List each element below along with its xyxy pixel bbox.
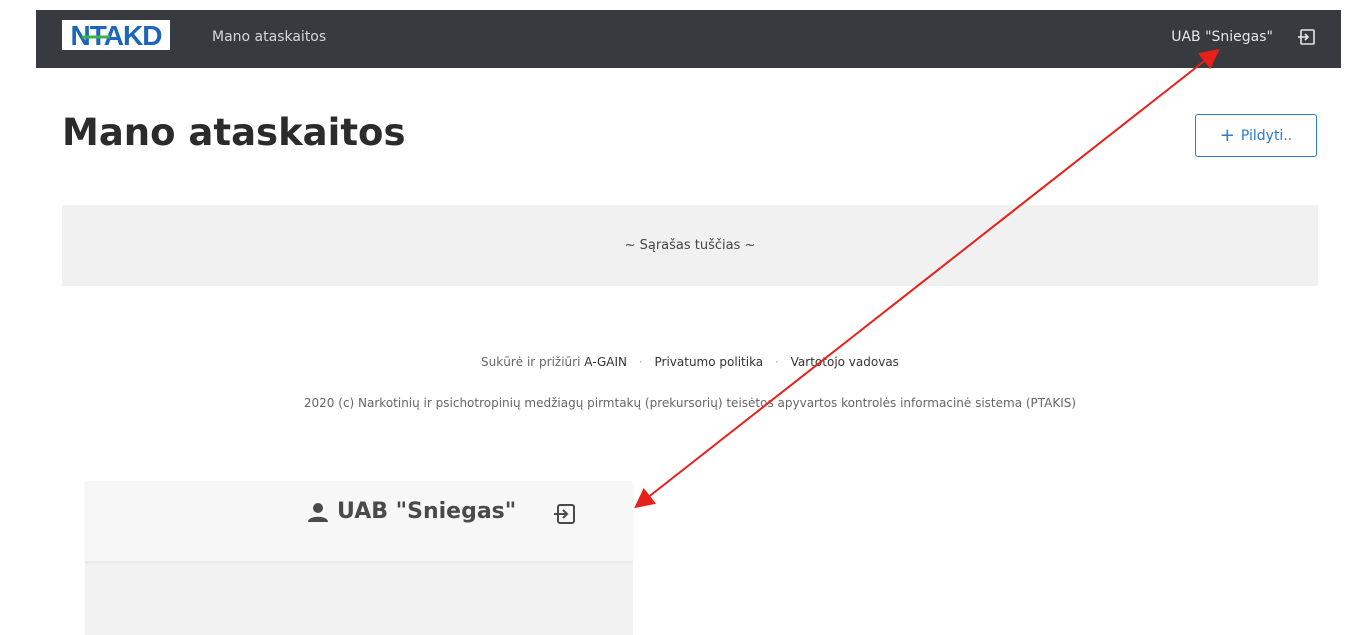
plus-icon: + [1219,124,1235,146]
footer-copyright: 2020 (c) Narkotinių ir psichotropinių me… [303,396,1077,410]
fill-report-button[interactable]: + Pildyti.. [1195,114,1317,157]
footer-created-prefix: Sukūrė ir prižiūri [481,355,581,369]
footer-separator: · [638,355,643,369]
logout-icon[interactable] [1297,27,1317,47]
fill-button-label: Pildyti.. [1240,127,1293,144]
page-title: Mano ataskaitos [62,111,406,154]
nav-link-my-reports[interactable]: Mano ataskaitos [212,29,326,45]
empty-list-message: ~ Sąrašas tuščias ~ [624,238,756,253]
empty-list-panel: ~ Sąrašas tuščias ~ [62,205,1318,286]
zoom-user-name[interactable]: UAB "Sniegas" [337,499,516,524]
zoom-inset-header: UAB "Sniegas" [85,481,633,561]
ntakd-logo[interactable]: NTAKD [62,20,170,50]
footer-link-manual[interactable]: Vartotojo vadovas [791,355,899,369]
footer-links: Sukūrė ir prižiūri A-GAIN · Privatumo po… [0,355,1352,369]
footer-link-privacy[interactable]: Privatumo politika [655,355,764,369]
nav-user-name[interactable]: UAB "Sniegas" [1171,29,1273,45]
footer-separator: · [775,355,779,369]
footer-link-a-gain[interactable]: A-GAIN [584,355,627,369]
logout-icon[interactable] [553,502,577,526]
logo-text: NTAKD [71,20,163,50]
top-navbar: NTAKD Mano ataskaitos UAB "Sniegas" [36,10,1341,68]
zoom-inset-panel: UAB "Sniegas" [85,481,633,635]
user-icon [308,503,328,522]
